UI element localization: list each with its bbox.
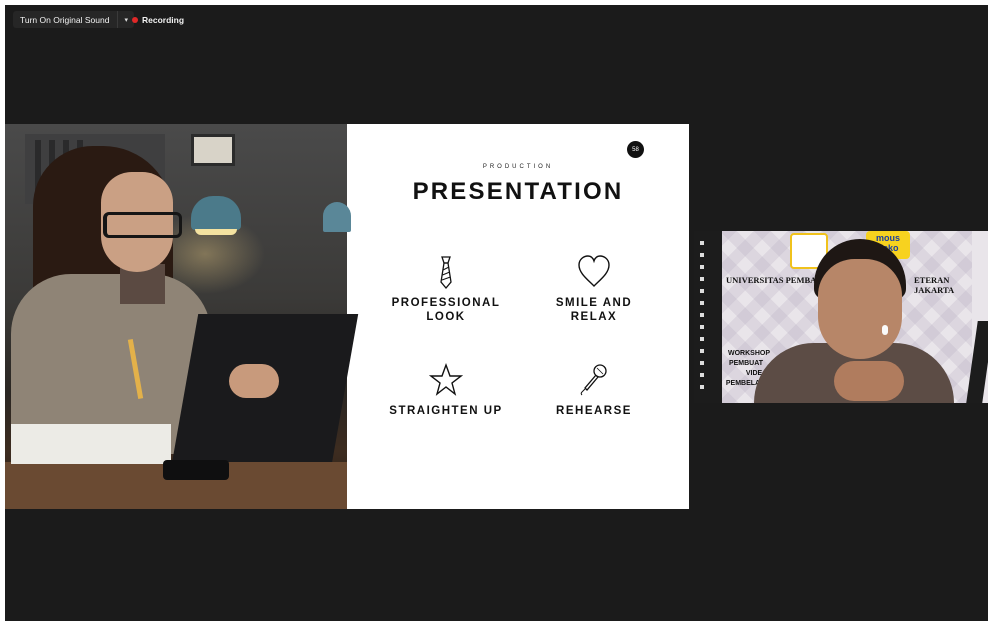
tip-label-line2: LOOK xyxy=(426,311,466,323)
speaker-video-tile[interactable]: mous deko UNIVERSITAS PEMBA ETERAN JAKAR… xyxy=(694,231,988,403)
original-sound-label: Turn On Original Sound xyxy=(20,14,110,25)
slide-kicker: PRODUCTION xyxy=(482,164,554,170)
shared-slide: 58 PRODUCTION PRESENTATION PROFESSIONAL … xyxy=(5,124,689,509)
tip-label-line1: PROFESSIONAL xyxy=(391,297,501,309)
recording-dot-icon xyxy=(132,16,138,23)
tie-icon xyxy=(440,256,452,290)
tip-label-line1: STRAIGHTEN UP xyxy=(389,405,503,417)
slide-photo-woman-at-laptop xyxy=(5,124,359,509)
heart-icon xyxy=(578,255,610,287)
recording-label: Recording xyxy=(142,14,185,25)
slide-number-badge: 58 xyxy=(627,141,644,158)
microphone-icon xyxy=(580,364,607,396)
tip-label-line1: SMILE AND xyxy=(555,297,633,309)
original-sound-button[interactable]: Turn On Original Sound ▾ xyxy=(13,11,134,28)
tip-label-line2: RELAX xyxy=(570,311,618,323)
tip-straighten-up: STRAIGHTEN UP xyxy=(371,362,521,418)
recording-indicator: Recording xyxy=(132,13,184,26)
tip-rehearse: REHEARSE xyxy=(519,362,669,418)
tip-professional-look: PROFESSIONAL LOOK xyxy=(371,254,521,324)
chevron-down-icon[interactable]: ▾ xyxy=(117,11,128,28)
slide-title: PRESENTATION xyxy=(412,178,624,205)
meeting-stage: Turn On Original Sound ▾ Recording 58 PR xyxy=(5,5,988,621)
tip-smile-and-relax: SMILE AND RELAX xyxy=(519,254,669,324)
slide-content: 58 PRODUCTION PRESENTATION PROFESSIONAL … xyxy=(347,124,689,509)
star-icon xyxy=(429,362,463,396)
tip-label-line1: REHEARSE xyxy=(556,405,632,417)
